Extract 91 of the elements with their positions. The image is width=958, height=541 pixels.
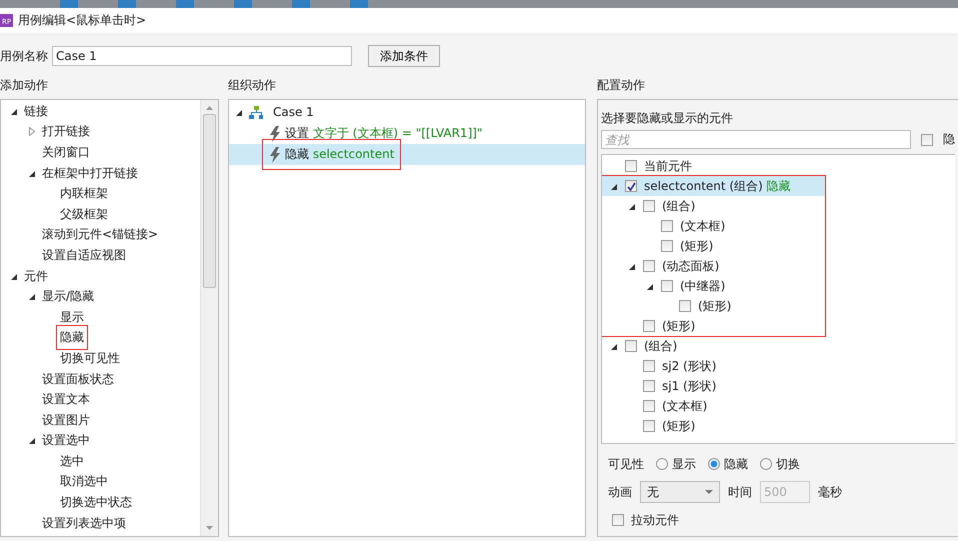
checkbox[interactable] — [643, 320, 655, 332]
expand-toggle-icon[interactable] — [28, 127, 36, 136]
tree-row[interactable]: 当前元件 — [602, 156, 955, 176]
tree-row[interactable]: (矩形) — [602, 416, 955, 436]
field-label: 时间 — [728, 484, 752, 500]
case-name-field[interactable]: Case 1 — [52, 46, 352, 66]
checkbox[interactable] — [661, 280, 673, 292]
tree-item[interactable]: 设置列表选中项 — [42, 514, 126, 532]
action-text: 隐藏 selectcontent — [285, 146, 394, 163]
tree-row[interactable]: (矩形) — [602, 316, 825, 336]
tree-item[interactable]: 选中 — [60, 452, 84, 470]
lightning-icon — [269, 126, 281, 142]
tree-item[interactable]: 设置文本 — [42, 391, 90, 408]
tree-item[interactable]: 切换选中状态 — [60, 494, 132, 512]
tree-item[interactable]: 内联框架 — [60, 185, 108, 202]
expand-toggle-icon[interactable] — [610, 342, 618, 350]
add-condition-button[interactable]: 添加条件 — [368, 45, 440, 67]
tree-item[interactable]: 显示/隐藏 — [42, 288, 94, 306]
checkbox[interactable] — [643, 200, 655, 212]
tree-row[interactable]: (文本框) — [602, 216, 825, 236]
tree-row[interactable]: (中继器) — [602, 276, 825, 296]
action-text: 设置 文字于 (文本框) = "[[LVAR1]]" — [285, 125, 482, 142]
expand-toggle-icon[interactable] — [10, 106, 18, 116]
tree-row[interactable]: sj2 (形状) — [602, 356, 955, 376]
animation-dropdown[interactable]: 无 — [640, 481, 720, 503]
search-field[interactable]: 查找 — [601, 130, 911, 149]
tree-item[interactable]: 切换可见性 — [60, 350, 120, 367]
instruction-text: 选择要隐藏或显示的元件 — [601, 110, 734, 126]
tree-item[interactable]: 父级框架 — [60, 206, 108, 223]
tree-row[interactable]: (动态面板) — [602, 256, 825, 276]
expand-toggle-icon[interactable] — [28, 436, 36, 446]
tree-row[interactable]: (文本框) — [602, 396, 955, 416]
tree-item[interactable]: 链接 — [24, 102, 48, 120]
tree-item[interactable]: 关闭窗口 — [42, 144, 90, 161]
tree-item[interactable]: 设置选中 — [42, 432, 90, 450]
section-heading: 添加动作 — [0, 77, 49, 94]
radio-option[interactable]: 隐藏 — [708, 456, 748, 472]
scroll-up-icon — [205, 105, 214, 111]
tree-item[interactable]: 显示 — [60, 308, 84, 326]
checkbox[interactable] — [625, 180, 637, 192]
expand-toggle-icon[interactable] — [610, 182, 618, 190]
case-label[interactable]: Case 1 — [273, 105, 314, 119]
tree-item[interactable]: 滚动到元件<锚链接> — [42, 226, 158, 244]
field-label: 可见性 — [608, 456, 644, 472]
tree-item[interactable]: 元件 — [24, 268, 48, 285]
checkbox-label: 隐 — [943, 131, 955, 148]
scroll-down-icon — [205, 525, 214, 531]
checkbox[interactable] — [643, 360, 655, 372]
checkbox[interactable] — [625, 160, 637, 172]
expand-toggle-icon[interactable] — [235, 108, 243, 116]
radio-option[interactable]: 显示 — [656, 456, 696, 472]
tree-item[interactable]: 设置面板状态 — [42, 370, 114, 388]
action-row[interactable]: 设置 文字于 (文本框) = "[[LVAR1]]" — [229, 123, 585, 144]
checkbox[interactable] — [643, 380, 655, 392]
window-title: 用例编辑<鼠标单击时> — [18, 12, 146, 29]
unit-label: 毫秒 — [818, 484, 842, 500]
field-label: 用例名称 — [0, 48, 49, 64]
expand-toggle-icon[interactable] — [628, 262, 636, 270]
checkbox[interactable] — [643, 400, 655, 412]
tree-row[interactable]: (矩形) — [602, 296, 825, 316]
field-label: 动画 — [608, 484, 632, 500]
tree-item[interactable]: 打开链接 — [42, 123, 90, 140]
tree-item[interactable]: 设置自适应视图 — [42, 246, 126, 264]
radio-option[interactable]: 切换 — [760, 456, 800, 472]
expand-toggle-icon[interactable] — [28, 168, 36, 178]
checkbox[interactable] — [643, 260, 655, 272]
checkbox[interactable] — [625, 340, 637, 352]
tree-row[interactable]: (组合) — [602, 336, 955, 356]
tree-row[interactable]: (组合) — [602, 196, 825, 216]
tree-item[interactable]: 取消选中 — [60, 473, 108, 490]
expand-toggle-icon[interactable] — [628, 202, 636, 210]
expand-toggle-icon[interactable] — [646, 282, 654, 290]
checkbox[interactable] — [661, 240, 673, 252]
section-heading: 配置动作 — [597, 77, 646, 94]
tree-row[interactable]: (矩形) — [602, 236, 825, 256]
checkbox-label: 拉动元件 — [631, 512, 679, 528]
tree-item[interactable]: 在框架中打开链接 — [42, 164, 138, 182]
checkbox[interactable] — [661, 220, 673, 232]
caret-icon — [705, 490, 713, 494]
section-heading: 组织动作 — [228, 77, 277, 94]
checkbox[interactable] — [679, 300, 691, 312]
checkbox[interactable] — [643, 420, 655, 432]
checkbox[interactable] — [921, 134, 933, 146]
tree-row[interactable]: sj1 (形状) — [602, 376, 955, 396]
expand-toggle-icon[interactable] — [10, 272, 18, 281]
tree-row[interactable]: selectcontent (组合) 隐藏 — [602, 176, 825, 196]
hierarchy-icon — [249, 106, 263, 118]
tree-item[interactable]: 设置图片 — [42, 412, 90, 429]
checkbox[interactable] — [612, 514, 624, 526]
expand-toggle-icon[interactable] — [28, 292, 36, 302]
scrollbar[interactable] — [200, 100, 218, 536]
